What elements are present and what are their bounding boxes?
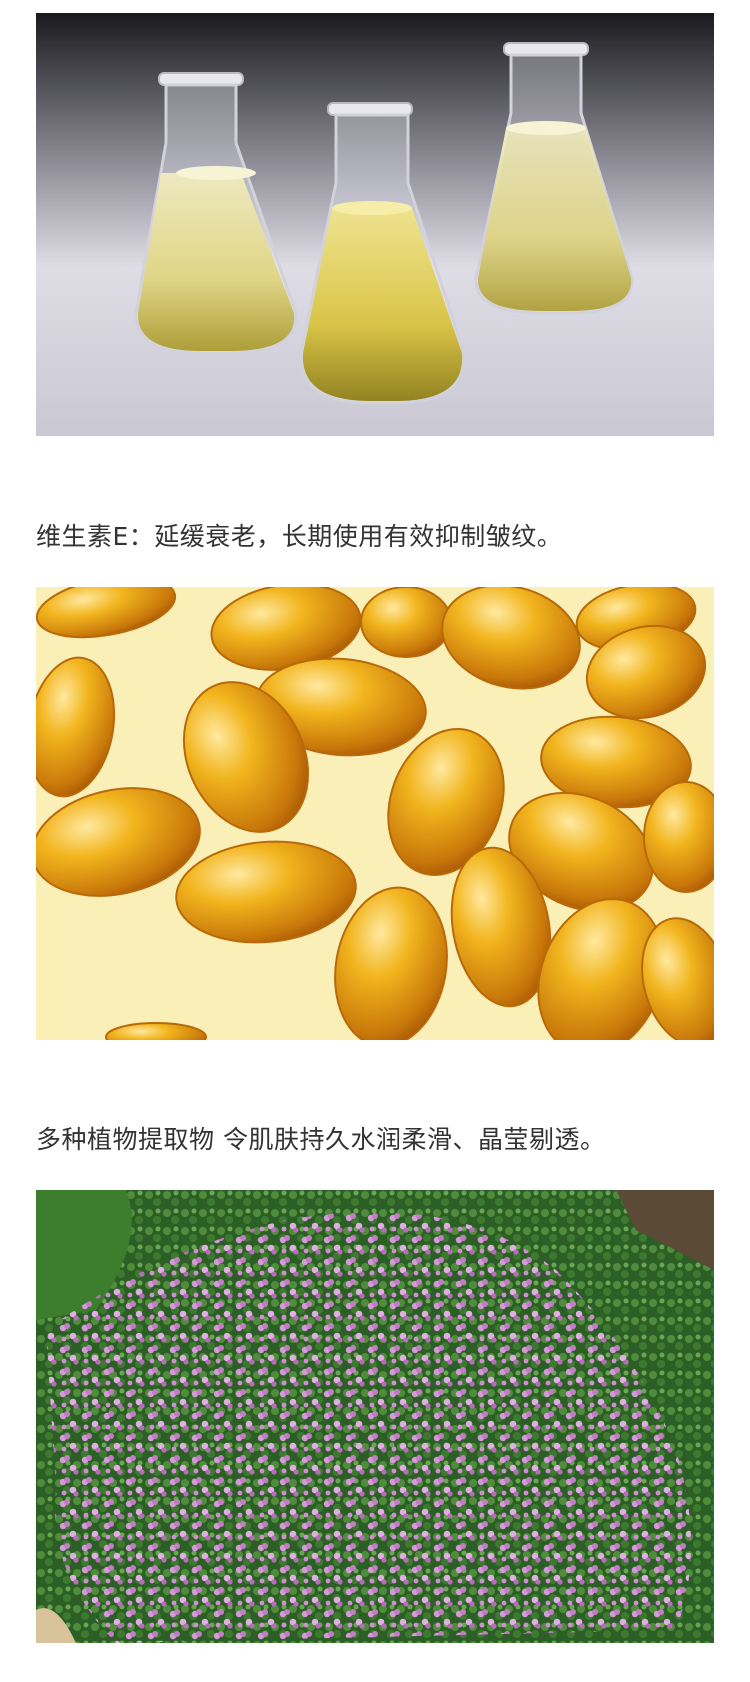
capsules-illustration: [36, 587, 714, 1040]
softgel-capsules-photo: [36, 587, 714, 1040]
thyme-flowers-photo: [36, 1190, 714, 1643]
flasks-illustration: [36, 13, 714, 436]
plant-extract-caption: 多种植物提取物 令肌肤持久水润柔滑、晶莹剔透。: [36, 1125, 606, 1154]
flowers-illustration: [36, 1190, 714, 1643]
vitamin-e-flasks-photo: [36, 13, 714, 436]
vitamin-e-caption: 维生素E：延缓衰老，长期使用有效抑制皱纹。: [36, 522, 563, 551]
